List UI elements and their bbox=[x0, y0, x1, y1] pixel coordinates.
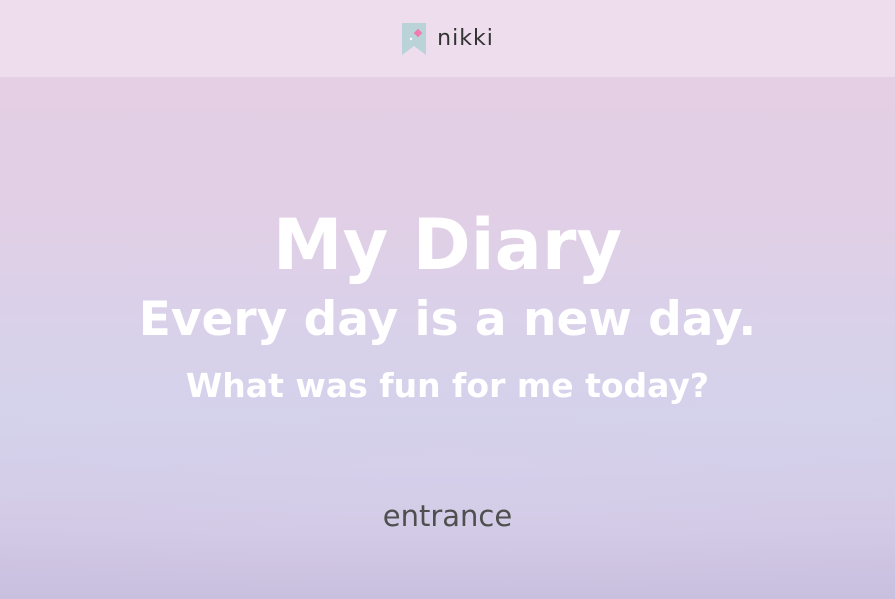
entrance-link[interactable]: entrance bbox=[383, 499, 512, 533]
bookmark-icon bbox=[402, 22, 427, 55]
page-subtitle: Every day is a new day. bbox=[138, 292, 757, 347]
page-question: What was fun for me today? bbox=[185, 366, 710, 405]
page-title: My Diary bbox=[272, 204, 623, 286]
brand-name: nikki bbox=[437, 26, 494, 51]
brand-logo-link[interactable]: nikki bbox=[401, 22, 494, 56]
site-header: nikki bbox=[0, 0, 895, 77]
entrance-link-container: entrance bbox=[0, 498, 895, 534]
